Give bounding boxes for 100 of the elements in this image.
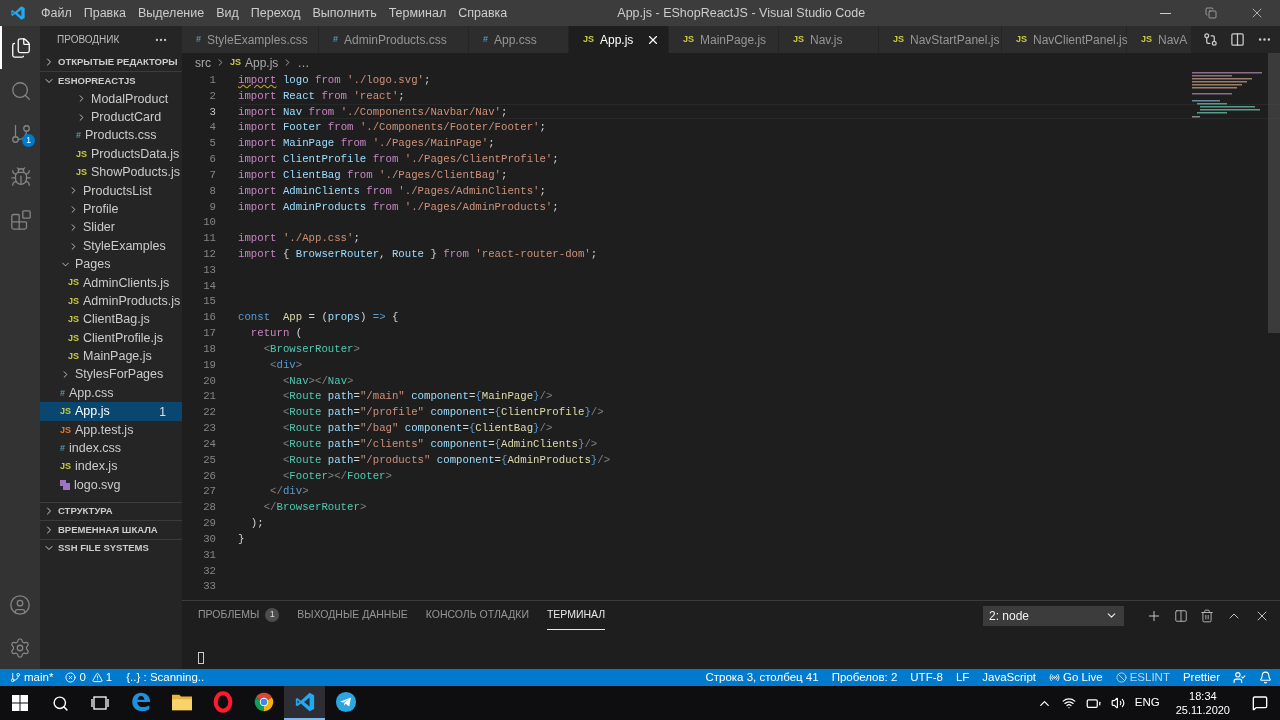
editor-tab[interactable]: JS App.js: [569, 26, 669, 53]
code-line: );: [249, 516, 264, 532]
breadcrumb-item[interactable]: src: [195, 53, 211, 72]
panel-tab[interactable]: ТЕРМИНАЛ: [546, 601, 606, 630]
problems-status[interactable]: 0 1: [65, 668, 113, 687]
terminal-select[interactable]: 2: node: [983, 605, 1124, 626]
breadcrumb-item[interactable]: …: [297, 53, 310, 72]
task-view-icon[interactable]: [91, 696, 109, 710]
tree-item[interactable]: JS MainPage.js: [40, 347, 182, 366]
menu-item[interactable]: Переход: [244, 3, 307, 23]
file-name: StylesForPages: [75, 366, 164, 384]
scrollbar-thumb[interactable]: [1268, 53, 1280, 333]
tree-item[interactable]: JS ClientBag.js: [40, 310, 182, 329]
section-header[interactable]: SSH FILE SYSTEMS: [40, 538, 182, 557]
tree-item[interactable]: ProductsList: [40, 181, 182, 201]
search-icon[interactable]: [51, 694, 69, 712]
section-header[interactable]: СТРУКТУРА: [40, 501, 182, 521]
tree-item[interactable]: # App.css: [40, 384, 182, 403]
menu-item[interactable]: Терминал: [382, 3, 453, 23]
wifi-icon[interactable]: [1061, 696, 1076, 710]
menu-item[interactable]: Вид: [210, 3, 245, 23]
go-live-status[interactable]: Go Live: [1049, 668, 1103, 687]
section-header[interactable]: ESHOPREACTJS: [40, 71, 182, 90]
folder-icon[interactable]: [170, 692, 193, 712]
branch-icon: [10, 672, 21, 683]
editor-tab[interactable]: # StyleExamples.css: [182, 26, 319, 53]
tree-item[interactable]: JS AdminProducts.js: [40, 292, 182, 311]
menu-item[interactable]: Справка: [452, 3, 514, 23]
file-name: AdminProducts.js: [83, 292, 181, 310]
tree-item[interactable]: Pages: [40, 255, 182, 274]
js-icon: JS: [68, 315, 79, 325]
windows-logo-icon[interactable]: [12, 695, 28, 711]
tree-item[interactable]: JS AdminClients.js: [40, 273, 182, 293]
split-editor-icon[interactable]: [1230, 32, 1245, 47]
clock-date[interactable]: 25.11.2020: [1175, 703, 1230, 717]
tree-item[interactable]: StylesForPages: [40, 365, 182, 385]
status-item[interactable]: Строка 3, столбец 41: [705, 668, 819, 687]
editor-tab[interactable]: JS NavClientPanel.js: [1002, 26, 1127, 53]
editor-tab[interactable]: JS NavStartPanel.js: [879, 26, 1002, 53]
editor-tab[interactable]: JS MainPage.js: [669, 26, 779, 53]
section-header[interactable]: ОТКРЫТЫЕ РЕДАКТОРЫ: [40, 53, 182, 72]
taskbar-app[interactable]: [284, 686, 325, 720]
editor-tab[interactable]: JS Nav.js: [779, 26, 879, 53]
language-indicator[interactable]: ENG: [1134, 694, 1160, 712]
clock-time[interactable]: 18:34: [1189, 689, 1217, 703]
section-header[interactable]: ВРЕМЕННАЯ ШКАЛА: [40, 520, 182, 539]
tree-item[interactable]: JS App.test.js: [40, 420, 182, 440]
tree-item[interactable]: JS ClientProfile.js: [40, 328, 182, 348]
tree-item[interactable]: # index.css: [40, 439, 182, 458]
breadcrumb-item[interactable]: App.js: [245, 53, 279, 72]
menu-item[interactable]: Правка: [77, 3, 132, 23]
code-line: }: [238, 531, 245, 547]
tree-item[interactable]: JS index.js: [40, 457, 182, 476]
feedback-icon[interactable]: [1233, 671, 1246, 684]
tree-item[interactable]: JS ShowPoducts.js: [40, 163, 182, 182]
hash-icon: #: [196, 35, 201, 44]
file-name: App.css: [69, 384, 114, 402]
status-item[interactable]: UTF-8: [910, 668, 943, 687]
settings-icon[interactable]: [9, 636, 31, 659]
tree-item[interactable]: JS App.js 1: [40, 402, 182, 421]
paper-plane-icon[interactable]: [334, 691, 357, 713]
trash-icon[interactable]: [1200, 608, 1214, 623]
tree-item[interactable]: ProductCard: [40, 108, 182, 127]
status-item[interactable]: Пробелов: 2: [831, 668, 898, 687]
panel-tab[interactable]: ВЫХОДНЫЕ ДАННЫЕ: [297, 601, 408, 630]
tree-item[interactable]: JS ProductsData.js: [40, 144, 182, 164]
status-item[interactable]: LF: [955, 668, 970, 687]
editor-tab[interactable]: # App.css: [469, 26, 569, 53]
branch-status[interactable]: main*: [10, 668, 54, 687]
menu-item[interactable]: Выделение: [131, 3, 211, 23]
ring-icon[interactable]: [211, 691, 234, 713]
compare-icon[interactable]: [1203, 32, 1218, 47]
code-line: <BrowserRouter>: [262, 341, 360, 357]
activity-button[interactable]: 1: [0, 112, 40, 155]
tree-item[interactable]: # Products.css: [40, 126, 182, 145]
editor-tab[interactable]: JS NavA: [1127, 26, 1193, 53]
line-number: 31: [202, 547, 216, 563]
account-icon[interactable]: [9, 593, 31, 616]
line-number: 10: [202, 215, 216, 231]
tree-item[interactable]: StyleExamples: [40, 236, 182, 256]
status-item[interactable]: {..} : Scanning..: [126, 668, 205, 687]
menu-item[interactable]: Выполнить: [306, 3, 383, 23]
tree-item[interactable]: logo.svg: [40, 476, 182, 495]
file-name: MainPage.js: [83, 348, 152, 366]
code-line: import './App.css';: [238, 231, 360, 247]
panel-tab[interactable]: ПРОБЛЕМЫ 1: [198, 601, 280, 630]
status-item[interactable]: Prettier: [1182, 668, 1220, 687]
tree-item[interactable]: ModalProduct: [40, 89, 182, 109]
browser-icon[interactable]: [252, 691, 275, 713]
menu-item[interactable]: Файл: [35, 3, 78, 23]
editor-tab[interactable]: # AdminProducts.css: [319, 26, 469, 53]
split-terminal-icon[interactable]: [1174, 608, 1188, 623]
panel-tab[interactable]: КОНСОЛЬ ОТЛАДКИ: [425, 601, 529, 630]
notification-icon[interactable]: [1259, 671, 1272, 684]
line-number: 15: [202, 294, 216, 310]
tree-item[interactable]: Profile: [40, 200, 182, 219]
volume-icon[interactable]: [1110, 696, 1125, 710]
notifications-icon[interactable]: [1252, 695, 1268, 711]
tree-item[interactable]: Slider: [40, 218, 182, 237]
status-item[interactable]: JavaScript: [982, 668, 1036, 687]
